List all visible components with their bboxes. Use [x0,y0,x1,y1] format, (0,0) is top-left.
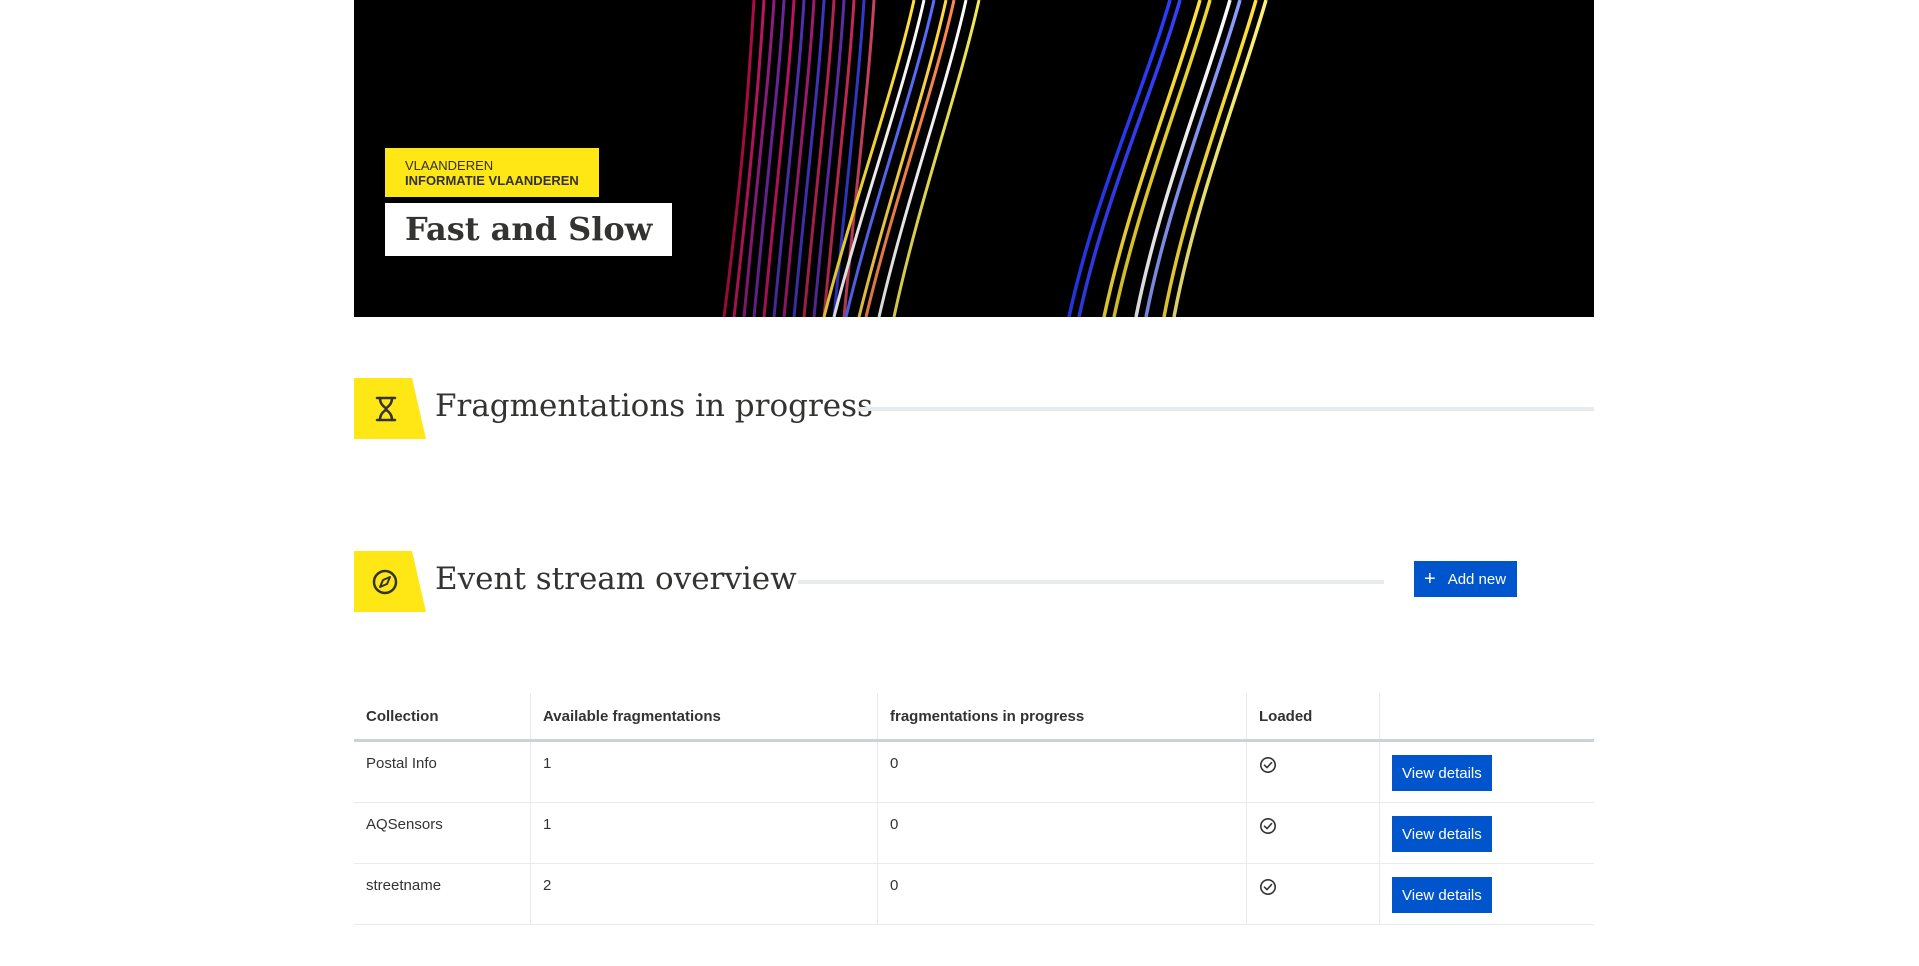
plus-icon: + [1424,568,1436,590]
collection-name: streetname [366,877,442,894]
organization-name: INFORMATIE VLAANDEREN [405,173,579,188]
column-header-available-fragmentations: Available fragmentations [530,693,878,742]
collection-name: AQSensors [366,816,443,833]
column-header-loaded: Loaded [1246,693,1380,742]
column-header-fragmentations-in-progress: fragmentations in progress [877,693,1247,742]
fragmentations-in-progress-count: 0 [890,877,899,894]
table-row: Postal Info 1 0 View details [354,740,1594,803]
section-divider [798,580,1384,584]
section-title: Fragmentations in progress [435,388,873,424]
fragmentations-in-progress-count: 0 [890,816,899,833]
section-event-stream-overview: Event stream overview + Add new [354,551,1594,612]
column-header-collection: Collection [354,693,531,742]
available-fragmentations-count: 1 [543,755,552,772]
table-row: streetname 2 0 View details [354,863,1594,925]
collection-name: Postal Info [366,755,437,772]
organization-badge: VLAANDEREN INFORMATIE VLAANDEREN [385,148,599,197]
page-title: Fast and Slow [385,203,673,256]
main-content: VLAANDEREN INFORMATIE VLAANDEREN Fast an… [354,0,1594,925]
section-fragmentations-in-progress: Fragmentations in progress [354,378,1594,439]
event-stream-table: Collection Available fragmentations frag… [354,693,1594,925]
organization-parent: VLAANDEREN [405,158,494,173]
add-new-label: Add new [1447,570,1507,588]
section-divider [857,407,1594,411]
available-fragmentations-count: 2 [543,877,552,894]
section-title: Event stream overview [435,561,797,597]
add-new-button[interactable]: + Add new [1414,561,1518,597]
fragmentations-in-progress-count: 0 [890,755,899,772]
available-fragmentations-count: 1 [543,816,552,833]
compass-icon [354,551,426,612]
hero-banner: VLAANDEREN INFORMATIE VLAANDEREN Fast an… [354,0,1594,317]
table-header-row: Collection Available fragmentations frag… [354,693,1594,742]
column-header-actions [1379,693,1594,742]
check-circle-icon [1259,803,1367,839]
view-details-button[interactable]: View details [1392,877,1492,913]
view-details-button[interactable]: View details [1392,755,1492,791]
check-circle-icon [1259,864,1367,900]
view-details-button[interactable]: View details [1392,816,1492,852]
hourglass-icon [354,378,426,439]
table-row: AQSensors 1 0 View details [354,802,1594,864]
check-circle-icon [1259,742,1367,778]
